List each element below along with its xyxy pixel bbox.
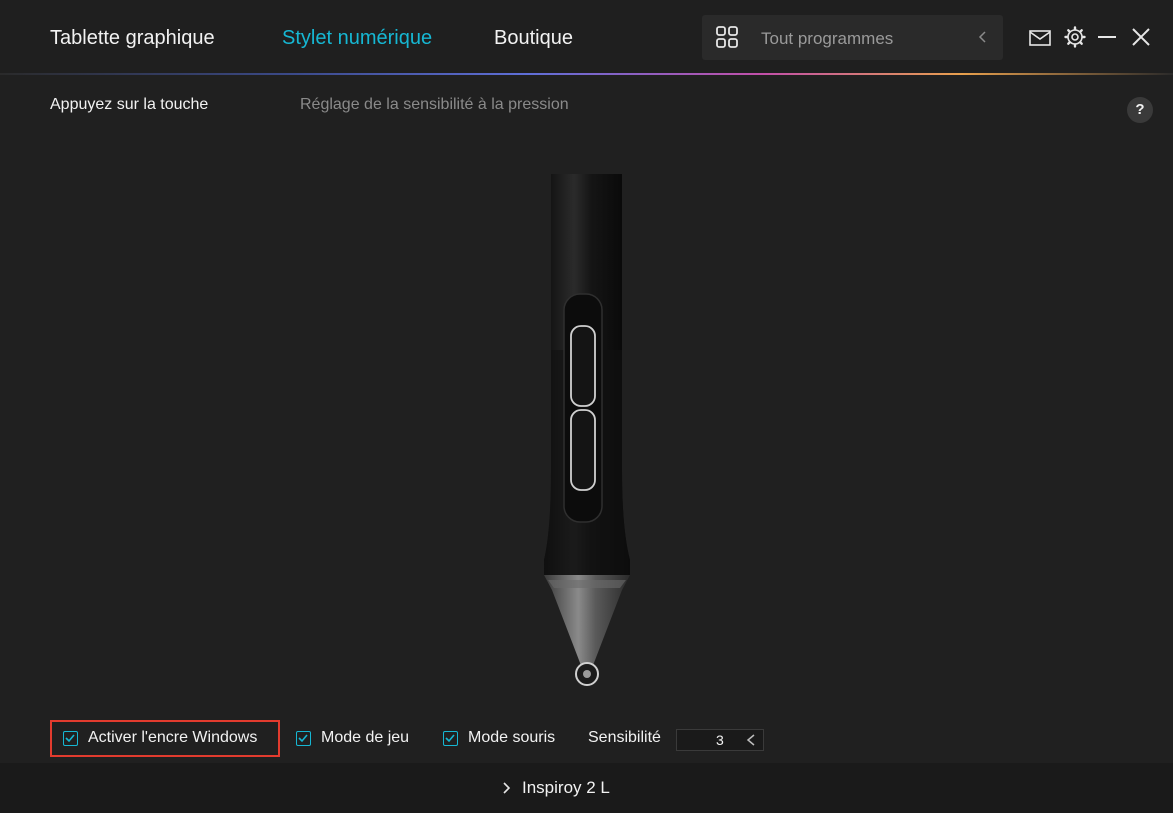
- pen-cone: [544, 575, 630, 668]
- pen-lower-button[interactable]: [570, 409, 596, 491]
- help-icon[interactable]: ?: [1127, 97, 1153, 123]
- checkbox-checked-icon: [296, 730, 311, 746]
- pen-illustration: [520, 170, 655, 690]
- tab-tablette-graphique[interactable]: Tablette graphique: [50, 26, 215, 50]
- chevron-left-icon[interactable]: [744, 732, 758, 748]
- subtab-sensibilite-pression[interactable]: Réglage de la sensibilité à la pression: [300, 96, 569, 114]
- pen-upper-button[interactable]: [570, 325, 596, 407]
- sensitivity-value[interactable]: 3: [716, 732, 724, 748]
- chevron-right-icon: [503, 782, 511, 794]
- mouse-mode-checkbox[interactable]: Mode souris: [443, 727, 555, 749]
- top-bar: Tablette graphique Stylet numérique Bout…: [0, 0, 1173, 75]
- subtab-appuyez-sur-la-touche[interactable]: Appuyez sur la touche: [50, 96, 208, 114]
- sensitivity-label: Sensibilité: [588, 729, 661, 746]
- game-mode-label: Mode de jeu: [321, 729, 410, 746]
- windows-ink-label: Activer l'encre Windows: [88, 729, 258, 746]
- close-icon[interactable]: [1130, 26, 1152, 48]
- header-divider: [0, 73, 1173, 75]
- checkbox-checked-icon: [443, 730, 458, 746]
- program-selector-label: Tout programmes: [761, 29, 894, 48]
- minimize-icon[interactable]: [1096, 26, 1118, 48]
- checkbox-checked-icon: [63, 730, 78, 746]
- device-footer: Inspiroy 2 L: [0, 763, 1173, 813]
- tab-boutique[interactable]: Boutique: [494, 26, 573, 50]
- mail-icon[interactable]: [1029, 27, 1051, 49]
- device-name: Inspiroy 2 L: [522, 778, 610, 797]
- chevron-left-icon[interactable]: [977, 29, 989, 45]
- windows-ink-checkbox[interactable]: Activer l'encre Windows: [63, 727, 257, 749]
- device-selector[interactable]: Inspiroy 2 L: [500, 778, 610, 798]
- game-mode-checkbox[interactable]: Mode de jeu: [296, 727, 409, 749]
- gear-icon[interactable]: [1064, 26, 1086, 48]
- grid-icon: [716, 26, 738, 48]
- tab-stylet-numerique[interactable]: Stylet numérique: [282, 26, 432, 50]
- program-selector[interactable]: Tout programmes: [702, 15, 1003, 60]
- mouse-mode-label: Mode souris: [468, 729, 556, 746]
